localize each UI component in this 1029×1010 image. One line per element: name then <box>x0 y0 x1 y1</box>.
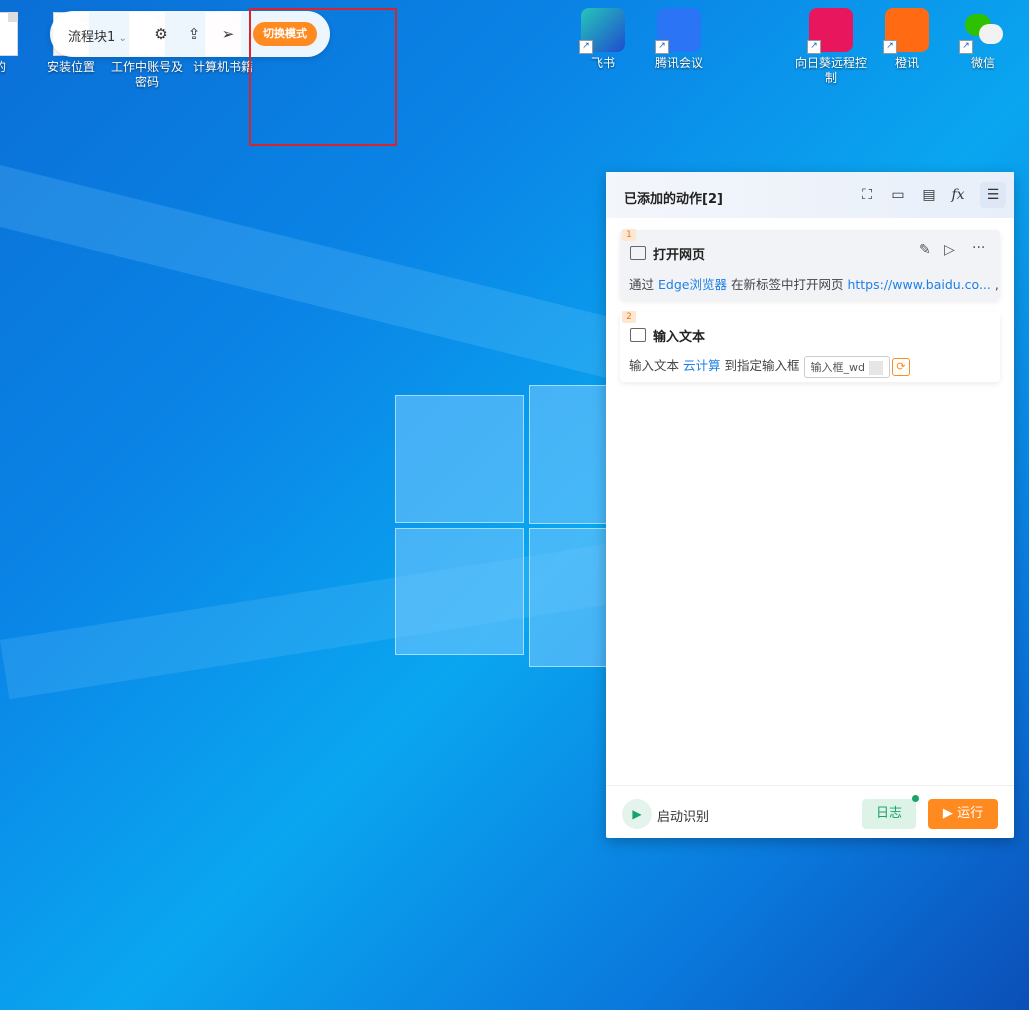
run-label: 运行 <box>957 806 984 821</box>
data-table-icon[interactable]: ▤ <box>919 185 939 205</box>
action-card[interactable]: 1 打开网页 ✎ ▷ ··· 通过 Edge浏览器 在新标签中打开网页 http… <box>620 229 1000 300</box>
desktop-icon-wechat[interactable]: ↗ 微信 <box>943 8 1023 71</box>
action-index: 1 <box>622 229 636 241</box>
input-target-label: 输入框_wd <box>810 360 865 374</box>
desc-text: , <box>994 277 999 292</box>
url-link[interactable]: https://www.baidu.co... <box>847 277 990 292</box>
desktop-icon-chengxun[interactable]: ↗ 橙讯 <box>867 8 947 71</box>
desktop-icon-label: 安装位置 <box>46 60 95 74</box>
desktop-icon-label: 飞书 <box>590 56 615 70</box>
document-icon <box>0 12 18 56</box>
monitor-icon[interactable]: ▭ <box>888 185 908 205</box>
action-card[interactable]: 2 输入文本 输入文本 云计算 到指定输入框 输入框_wd ⟳ <box>620 311 1000 382</box>
browser-icon <box>630 246 646 260</box>
shortcut-arrow-icon: ↗ <box>655 40 669 54</box>
desc-text: 通过 <box>629 277 655 292</box>
sunlogin-icon: ↗ <box>807 8 853 54</box>
shortcut-arrow-icon: ↗ <box>807 40 821 54</box>
text-input-icon <box>630 328 646 342</box>
edit-icon[interactable]: ✎ <box>919 242 931 258</box>
panel-header: 已添加的动作[2] ⛶ ▭ ▤ fx ☰ <box>606 172 1014 218</box>
function-icon[interactable]: fx <box>948 185 968 205</box>
windows-logo-pane <box>529 528 611 667</box>
more-icon[interactable]: ··· <box>972 240 985 256</box>
chevron-down-icon: ⌄ <box>115 33 127 44</box>
tencent-meeting-icon: ↗ <box>655 8 701 54</box>
action-description: 通过 Edge浏览器 在新标签中打开网页 https://www.baidu.c… <box>629 274 999 293</box>
crop-icon[interactable]: ⛶ <box>857 185 877 205</box>
lock-app-icon: ↗ <box>883 8 929 54</box>
desktop-icon-label: 微信 <box>970 56 995 70</box>
windows-logo-pane <box>395 528 524 655</box>
start-recognition-label[interactable]: 启动识别 <box>657 806 709 825</box>
panel-footer: ▶ 启动识别 日志 ▶ 运行 <box>606 785 1014 838</box>
text-value-link[interactable]: 云计算 <box>683 358 721 373</box>
collapse-panel-icon[interactable]: ☰ <box>980 182 1006 208</box>
flow-block-label: 流程块1 <box>68 30 116 45</box>
desktop-icon-label: 向日葵远程控制 <box>794 56 867 85</box>
run-button[interactable]: ▶ 运行 <box>928 799 998 829</box>
image-icon <box>868 360 883 375</box>
export-icon[interactable]: ⇪ <box>184 24 204 44</box>
send-icon[interactable]: ➢ <box>218 24 238 44</box>
desktop-icon-label: 腾讯会议 <box>654 56 703 70</box>
desktop-icon-label: 橙讯 <box>894 56 919 70</box>
action-description: 输入文本 云计算 到指定输入框 输入框_wd ⟳ <box>629 355 910 378</box>
shortcut-arrow-icon: ↗ <box>883 40 897 54</box>
desktop-icon-label: 工作中账号及密码 <box>110 60 183 89</box>
feishu-icon: ↗ <box>579 8 625 54</box>
desc-text: 到指定输入框 <box>724 358 800 373</box>
input-target-chip[interactable]: 输入框_wd <box>803 355 890 378</box>
refresh-icon[interactable]: ⟳ <box>891 357 910 376</box>
panel-title: 已添加的动作[2] <box>624 192 723 207</box>
desktop-icon-label: 的 <box>0 60 6 74</box>
desktop-icon-feishu[interactable]: ↗ 飞书 <box>563 8 643 71</box>
shortcut-arrow-icon: ↗ <box>579 40 593 54</box>
action-title: 打开网页 <box>653 248 706 263</box>
play-icon[interactable]: ▶ <box>622 799 652 829</box>
windows-logo-pane <box>529 385 611 524</box>
shortcut-arrow-icon: ↗ <box>959 40 973 54</box>
settings-hex-icon[interactable]: ⚙ <box>151 24 171 44</box>
windows-logo-pane <box>395 395 524 523</box>
desc-text: 输入文本 <box>629 358 680 373</box>
desktop-icon-label: 计算机书籍 <box>192 60 253 74</box>
log-button[interactable]: 日志 <box>862 799 916 829</box>
play-icon[interactable]: ▷ <box>944 242 955 258</box>
notification-dot <box>912 795 919 802</box>
desktop-icon-tencent-meeting[interactable]: ↗ 腾讯会议 <box>639 8 719 71</box>
desktop-icon-sunlogin[interactable]: ↗ 向日葵远程控制 <box>791 8 871 86</box>
browser-link[interactable]: Edge浏览器 <box>658 277 727 292</box>
desc-text: 在新标签中打开网页 <box>730 277 844 292</box>
action-title: 输入文本 <box>653 330 706 345</box>
flow-block-selector[interactable]: 流程块1 ⌄ <box>68 26 127 45</box>
action-index: 2 <box>622 311 636 323</box>
selection-rectangle <box>249 8 397 146</box>
wechat-icon: ↗ <box>959 8 1005 54</box>
actions-panel: 已添加的动作[2] ⛶ ▭ ▤ fx ☰ 1 打开网页 ✎ ▷ ··· 通过 E… <box>606 172 1014 838</box>
